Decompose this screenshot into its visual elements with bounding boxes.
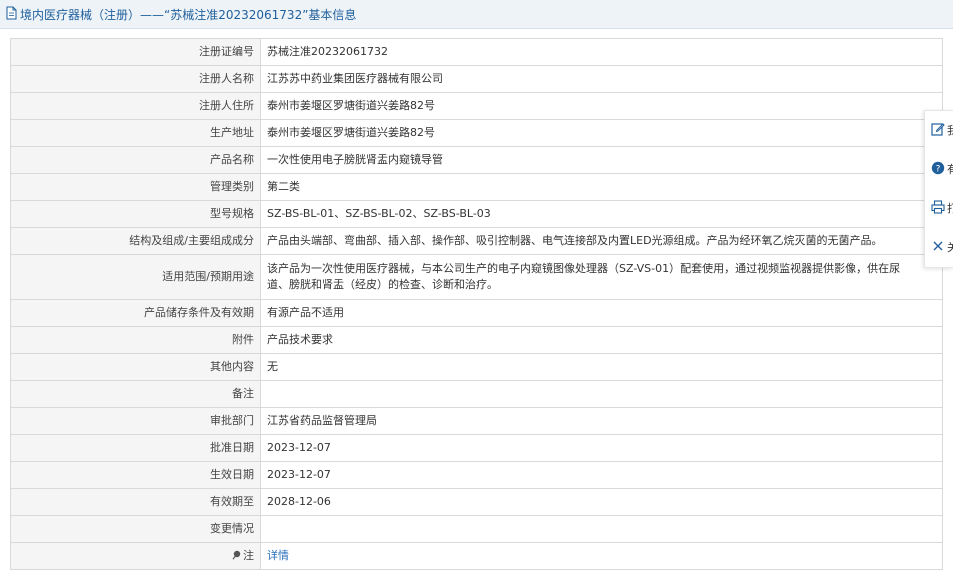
- page-header: 境内医疗器械（注册）——“苏械注准20232061732”基本信息: [0, 0, 953, 29]
- table-row: 变更情况: [10, 515, 943, 543]
- row-label: 备注: [10, 380, 261, 408]
- table-row: 备注: [10, 380, 943, 408]
- help-button[interactable]: ? 有: [925, 150, 953, 188]
- tool-label: 关: [947, 241, 953, 254]
- row-value: SZ-BS-BL-01、SZ-BS-BL-02、SZ-BS-BL-03: [260, 200, 943, 228]
- row-label: 生产地址: [10, 119, 261, 147]
- edit-icon: [931, 123, 945, 136]
- row-value: [260, 515, 943, 543]
- row-value: 2023-12-07: [260, 434, 943, 462]
- table-row: 注册证编号 苏械注准20232061732: [10, 38, 943, 66]
- feedback-button[interactable]: 我: [925, 111, 953, 149]
- row-label: 注: [10, 542, 261, 570]
- table-row: 生产地址 泰州市姜堰区罗塘街道兴姜路82号: [10, 119, 943, 147]
- row-value: 详情: [260, 542, 943, 570]
- row-label: 产品名称: [10, 146, 261, 174]
- print-icon: [931, 200, 945, 214]
- print-button[interactable]: 打: [925, 189, 953, 227]
- row-label: 适用范围/预期用途: [10, 254, 261, 300]
- row-value-line: 该产品为一次性使用医疗器械，与本公司生产的电子内窥镜图像处理器（SZ-VS-01…: [267, 262, 901, 275]
- row-label: 注册证编号: [10, 38, 261, 66]
- row-label: 型号规格: [10, 200, 261, 228]
- row-label: 变更情况: [10, 515, 261, 543]
- row-label: 产品储存条件及有效期: [10, 299, 261, 327]
- table-row: 产品名称 一次性使用电子膀胱肾盂内窥镜导管: [10, 146, 943, 174]
- close-icon: [933, 241, 943, 251]
- row-label: 审批部门: [10, 407, 261, 435]
- row-value: [260, 380, 943, 408]
- table-row: 其他内容 无: [10, 353, 943, 381]
- pin-icon: [232, 550, 241, 560]
- document-icon: [6, 6, 17, 20]
- table-row: 管理类别 第二类: [10, 173, 943, 201]
- tool-label: 有: [947, 163, 953, 176]
- table-row: 型号规格 SZ-BS-BL-01、SZ-BS-BL-02、SZ-BS-BL-03: [10, 200, 943, 228]
- row-label: 注册人名称: [10, 65, 261, 93]
- row-label: 附件: [10, 326, 261, 354]
- svg-text:?: ?: [936, 165, 941, 175]
- help-icon: ?: [931, 161, 945, 175]
- side-toolbar: 我 ? 有 打 关: [924, 110, 953, 268]
- tool-label: 我: [947, 124, 953, 137]
- row-value: 产品技术要求: [260, 326, 943, 354]
- row-value-line: 道、膀胱和肾盂（经皮）的检查、诊断和治疗。: [267, 278, 498, 291]
- row-value: 江苏省药品监督管理局: [260, 407, 943, 435]
- row-value: 2023-12-07: [260, 461, 943, 489]
- row-label: 批准日期: [10, 434, 261, 462]
- tool-label: 打: [947, 202, 953, 215]
- table-row: 注册人名称 江苏苏中药业集团医疗器械有限公司: [10, 65, 943, 93]
- row-value: 第二类: [260, 173, 943, 201]
- table-row: 有效期至 2028-12-06: [10, 488, 943, 516]
- table-row: 批准日期 2023-12-07: [10, 434, 943, 462]
- row-value: 苏械注准20232061732: [260, 38, 943, 66]
- info-table: 注册证编号 苏械注准20232061732 注册人名称 江苏苏中药业集团医疗器械…: [10, 38, 943, 570]
- table-row: 注 详情: [10, 542, 943, 570]
- table-row: 产品储存条件及有效期 有源产品不适用: [10, 299, 943, 327]
- row-value: 一次性使用电子膀胱肾盂内窥镜导管: [260, 146, 943, 174]
- row-label: 管理类别: [10, 173, 261, 201]
- table-row: 附件 产品技术要求: [10, 326, 943, 354]
- row-label-text: 注: [243, 549, 254, 562]
- row-value: 产品由头端部、弯曲部、插入部、操作部、吸引控制器、电气连接部及内置LED光源组成…: [260, 227, 943, 255]
- row-value: 江苏苏中药业集团医疗器械有限公司: [260, 65, 943, 93]
- row-value: 无: [260, 353, 943, 381]
- table-row: 结构及组成/主要组成成分 产品由头端部、弯曲部、插入部、操作部、吸引控制器、电气…: [10, 227, 943, 255]
- page-title: 境内医疗器械（注册）——“苏械注准20232061732”基本信息: [20, 8, 357, 22]
- table-row: 生效日期 2023-12-07: [10, 461, 943, 489]
- row-value: 2028-12-06: [260, 488, 943, 516]
- row-value: 泰州市姜堰区罗塘街道兴姜路82号: [260, 92, 943, 120]
- row-label: 生效日期: [10, 461, 261, 489]
- row-label: 有效期至: [10, 488, 261, 516]
- row-value: 有源产品不适用: [260, 299, 943, 327]
- close-button[interactable]: 关: [925, 228, 953, 266]
- table-row: 审批部门 江苏省药品监督管理局: [10, 407, 943, 435]
- table-row: 注册人住所 泰州市姜堰区罗塘街道兴姜路82号: [10, 92, 943, 120]
- detail-link[interactable]: 详情: [267, 549, 289, 562]
- row-label: 其他内容: [10, 353, 261, 381]
- table-row: 适用范围/预期用途 该产品为一次性使用医疗器械，与本公司生产的电子内窥镜图像处理…: [10, 254, 943, 300]
- row-label: 结构及组成/主要组成成分: [10, 227, 261, 255]
- row-value: 泰州市姜堰区罗塘街道兴姜路82号: [260, 119, 943, 147]
- row-value: 该产品为一次性使用医疗器械，与本公司生产的电子内窥镜图像处理器（SZ-VS-01…: [260, 254, 943, 300]
- row-label: 注册人住所: [10, 92, 261, 120]
